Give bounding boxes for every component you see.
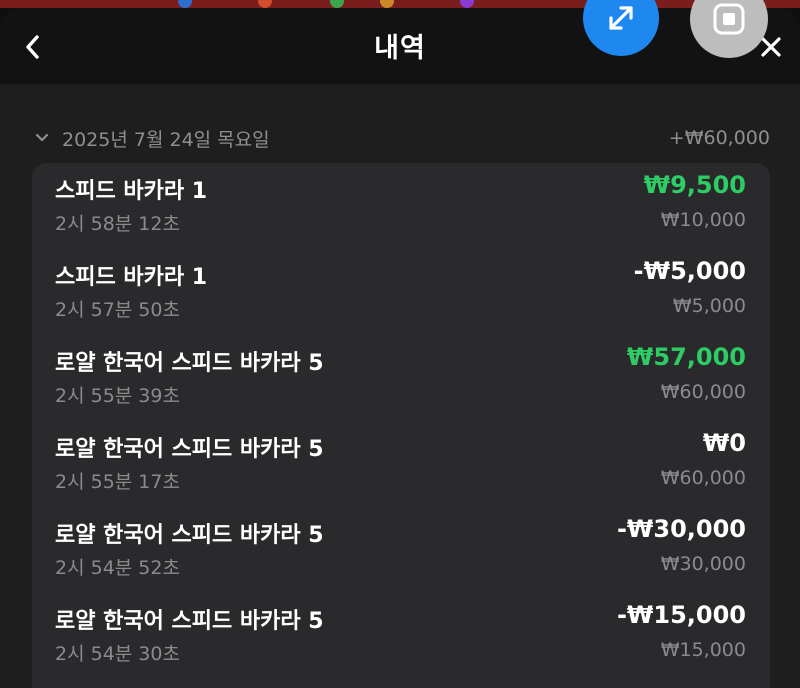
payout-amount: -₩15,000 xyxy=(616,601,746,629)
history-item[interactable]: 로얄 한국어 스피드 바카라 5 2시 54분 30초 -₩15,000 ₩15… xyxy=(32,593,770,679)
game-name: 로얄 한국어 스피드 바카라 5 xyxy=(55,609,324,634)
bet-amount: ₩15,000 xyxy=(660,639,746,661)
game-name: 로얄 한국어 스피드 바카라 5 xyxy=(55,437,324,462)
expand-arrows-icon xyxy=(609,6,633,30)
game-name: 스피드 바카라 1 xyxy=(55,179,208,204)
bet-amount: ₩60,000 xyxy=(660,467,746,489)
bet-time: 2시 54분 30초 xyxy=(55,643,180,665)
strip-dot xyxy=(330,0,344,8)
game-name: 로얄 한국어 스피드 바카라 5 xyxy=(55,351,324,376)
chevron-down-icon xyxy=(34,129,52,147)
history-item[interactable]: 스피드 바카라 1 2시 57분 50초 -₩5,000 ₩5,000 xyxy=(32,249,770,335)
header-bar: 내역 xyxy=(0,8,800,84)
strip-dot xyxy=(380,0,394,8)
strip-dot xyxy=(258,0,272,8)
history-list: 스피드 바카라 1 2시 58분 12초 ₩9,500 ₩10,000 스피드 … xyxy=(32,163,770,688)
payout-amount: ₩0 xyxy=(702,429,746,457)
payout-amount: -₩30,000 xyxy=(616,515,746,543)
stop-square-icon xyxy=(713,3,745,35)
strip-dot xyxy=(460,0,474,8)
payout-amount: ₩57,000 xyxy=(626,343,746,371)
history-item[interactable]: 로얄 한국어 스피드 바카라 5 2시 55분 39초 ₩57,000 ₩60,… xyxy=(32,335,770,421)
history-item[interactable]: 로얄 한국어 스피드 바카라 5 2시 55분 17초 ₩0 ₩60,000 xyxy=(32,421,770,507)
bet-amount: ₩5,000 xyxy=(672,295,746,317)
date-label: 2025년 7월 24일 목요일 xyxy=(62,128,270,151)
bet-time: 2시 55분 39초 xyxy=(55,385,180,407)
game-name: 스피드 바카라 1 xyxy=(55,265,208,290)
bet-time: 2시 58분 12초 xyxy=(55,213,180,235)
top-status-strip xyxy=(0,0,800,8)
game-name: 로얄 한국어 스피드 바카라 5 xyxy=(55,523,324,548)
page-title: 내역 xyxy=(374,33,426,64)
bet-amount: ₩60,000 xyxy=(660,381,746,403)
history-item[interactable]: 스피드 바카라 1 2시 58분 12초 ₩9,500 ₩10,000 xyxy=(32,163,770,249)
bet-amount: ₩10,000 xyxy=(660,209,746,231)
date-total: +₩60,000 xyxy=(668,127,770,149)
bet-time: 2시 55분 17초 xyxy=(55,471,180,493)
history-item[interactable]: 로얄 한국어 스피드 바카라 5 2시 54분 52초 -₩30,000 ₩30… xyxy=(32,507,770,593)
bet-amount: ₩30,000 xyxy=(660,553,746,575)
payout-amount: -₩5,000 xyxy=(633,257,746,285)
history-sheet: 내역 2025년 7월 24일 목요일 +₩60,000 스피드 바카라 1 2… xyxy=(0,8,800,688)
date-group-header[interactable]: 2025년 7월 24일 목요일 +₩60,000 xyxy=(34,122,770,154)
payout-amount: ₩9,500 xyxy=(643,171,746,199)
bet-time: 2시 54분 52초 xyxy=(55,557,180,579)
strip-dot xyxy=(178,0,192,8)
bet-time: 2시 57분 50초 xyxy=(55,299,180,321)
